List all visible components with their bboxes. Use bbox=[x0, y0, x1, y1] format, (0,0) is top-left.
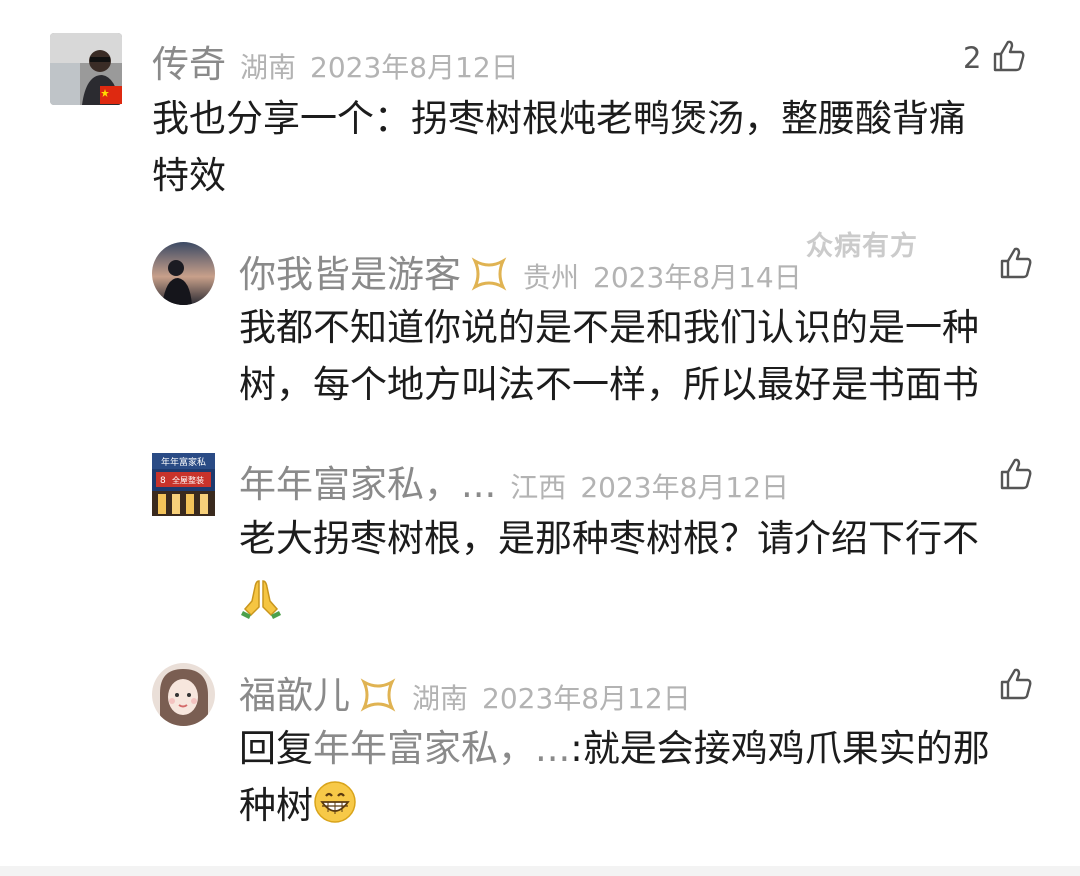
thumbs-up-icon bbox=[991, 38, 1027, 78]
gold-ribbon-badge-icon bbox=[469, 257, 509, 295]
avatar[interactable] bbox=[152, 242, 215, 305]
gold-ribbon-badge-icon bbox=[358, 678, 398, 716]
comment-line: 种树 bbox=[239, 777, 1059, 840]
comment-text: 我都不知道你说的是不是和我们认识的是一种 树，每个地方叫法不一样，所以最好是书面… bbox=[239, 299, 1059, 413]
comment-line: 回复年年富家私，...:就是会接鸡鸡爪果实的那 bbox=[239, 720, 1059, 777]
timestamp: 2023年8月12日 bbox=[482, 682, 691, 715]
folded-hands-emoji bbox=[239, 567, 1059, 624]
username[interactable]: 传奇 bbox=[152, 34, 226, 88]
region-label: 江西 bbox=[510, 471, 567, 504]
comment-text: 回复年年富家私，...:就是会接鸡鸡爪果实的那 种树 bbox=[239, 720, 1059, 840]
avatar-sign-text: 年年富家私 bbox=[161, 456, 206, 468]
avatar-sign-mark: 8 bbox=[160, 476, 166, 486]
like-button[interactable]: 2 bbox=[963, 38, 1027, 78]
region-label: 贵州 bbox=[523, 261, 580, 294]
like-button[interactable] bbox=[998, 666, 1034, 706]
reply-text: 种树 bbox=[239, 784, 313, 827]
grinning-face-emoji bbox=[313, 780, 357, 840]
avatar[interactable]: 年年富家私 8 全屋整装 bbox=[152, 453, 215, 516]
thumbs-up-icon bbox=[998, 245, 1034, 285]
username[interactable]: 福歆儿 bbox=[239, 665, 350, 719]
comment-text: 我也分享一个：拐枣树根炖老鸭煲汤，整腰酸背痛 特效 bbox=[152, 90, 1052, 204]
like-count: 2 bbox=[963, 41, 982, 75]
like-button[interactable] bbox=[998, 245, 1034, 285]
watermark: 众病有方 bbox=[806, 231, 918, 262]
comment-line: 树，每个地方叫法不一样，所以最好是书面书 bbox=[239, 363, 979, 406]
timestamp: 2023年8月12日 bbox=[580, 471, 790, 504]
comment-line: 我都不知道你说的是不是和我们认识的是一种 bbox=[239, 306, 979, 349]
like-button[interactable] bbox=[998, 456, 1034, 496]
timestamp: 2023年8月12日 bbox=[310, 51, 519, 84]
comment-item: 传奇 湖南 2023年8月12日 2 我也分享一个：拐枣树根炖老鸭煲汤，整腰酸背… bbox=[0, 0, 1080, 200]
thumbs-up-icon bbox=[998, 456, 1034, 496]
china-flag-icon bbox=[100, 86, 122, 104]
thumbs-up-icon bbox=[998, 666, 1034, 706]
comment-line: 老大拐枣树根，是那种枣树根？请介绍下行不 bbox=[239, 517, 979, 560]
region-label: 湖南 bbox=[412, 682, 469, 715]
region-label: 湖南 bbox=[240, 51, 297, 84]
comment-line: 特效 bbox=[152, 154, 226, 197]
avatar[interactable] bbox=[152, 663, 215, 726]
avatar-sign-text: 全屋整装 bbox=[172, 475, 204, 485]
comment-line: 我也分享一个：拐枣树根炖老鸭煲汤，整腰酸背痛 bbox=[152, 97, 966, 140]
bottom-divider bbox=[0, 866, 1080, 876]
reply-text: :就是会接鸡鸡爪果实的那 bbox=[570, 727, 990, 770]
username[interactable]: 年年富家私，... bbox=[239, 454, 496, 508]
comment-text: 老大拐枣树根，是那种枣树根？请介绍下行不 bbox=[239, 510, 1059, 624]
reply-prefix: 回复 bbox=[239, 727, 313, 770]
timestamp: 2023年8月14日 bbox=[593, 261, 802, 294]
reply-mention[interactable]: 年年富家私，... bbox=[313, 727, 570, 770]
username[interactable]: 你我皆是游客 bbox=[239, 244, 461, 298]
